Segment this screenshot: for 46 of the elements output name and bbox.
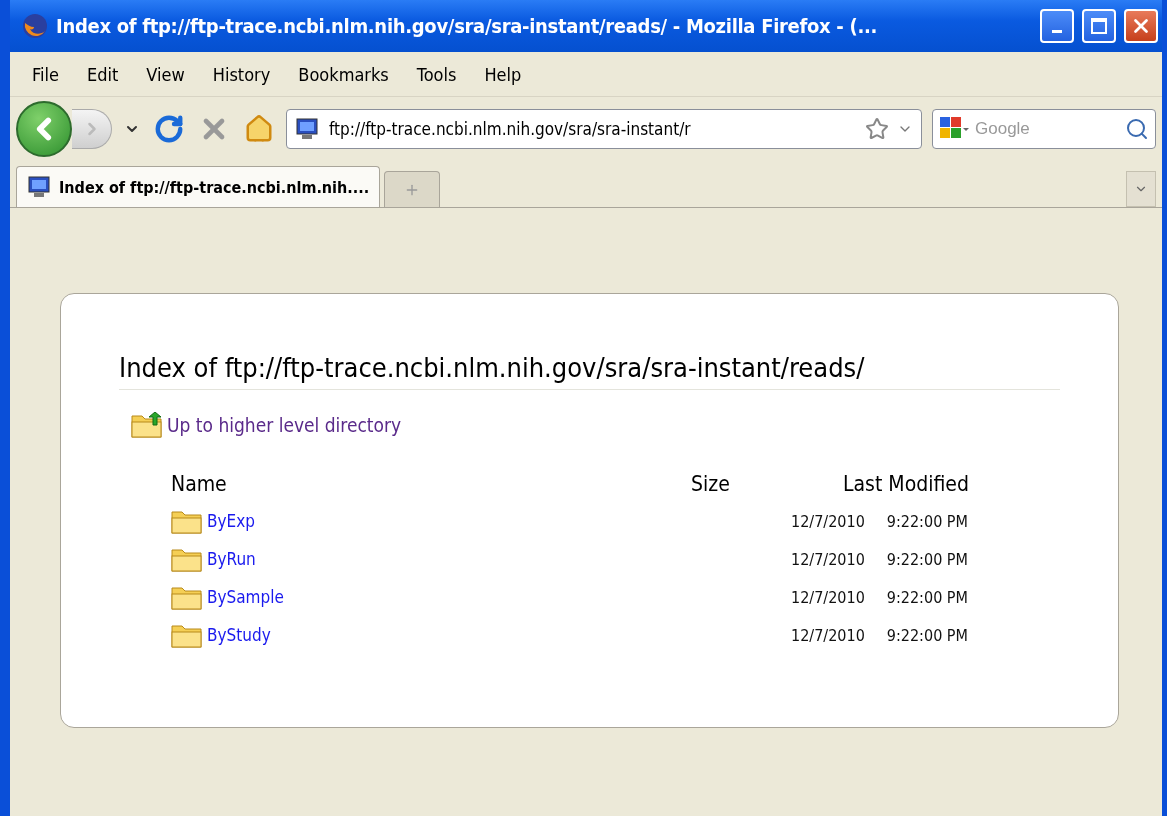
time-cell: 9:22:00 PM [886, 587, 968, 607]
folder-icon [171, 584, 203, 610]
menu-item[interactable]: File [18, 63, 73, 85]
maximize-button[interactable] [1082, 9, 1116, 43]
date-cell: 12/7/2010 [791, 587, 865, 607]
folder-up-icon [131, 412, 163, 438]
minimize-icon [1052, 29, 1062, 33]
folder-icon [171, 622, 203, 648]
parent-directory-link[interactable]: Up to higher level directory [131, 412, 402, 438]
bookmark-star-icon[interactable] [865, 117, 889, 141]
directory-link[interactable]: ByExp [171, 508, 691, 534]
menu-item[interactable]: Edit [73, 63, 133, 85]
directory-link[interactable]: BySample [171, 584, 691, 610]
directory-link[interactable]: ByRun [171, 546, 691, 572]
folder-icon [171, 508, 203, 534]
home-icon [244, 114, 274, 144]
date-cell: 12/7/2010 [791, 549, 865, 569]
maximize-icon [1090, 17, 1108, 35]
menu-item[interactable]: Bookmarks [284, 63, 403, 85]
back-button[interactable] [16, 101, 72, 157]
time-cell: 9:22:00 PM [886, 625, 968, 645]
time-cell: 9:22:00 PM [886, 511, 968, 531]
folder-icon [171, 546, 203, 572]
time-cell: 9:22:00 PM [886, 549, 968, 569]
reload-icon [154, 114, 184, 144]
menu-item[interactable]: History [198, 63, 285, 85]
browser-tab[interactable]: Index of ftp://ftp-trace.ncbi.nlm.nih.... [16, 166, 381, 207]
close-button[interactable] [1124, 9, 1158, 43]
date-cell: 12/7/2010 [791, 511, 865, 531]
site-icon [295, 117, 319, 141]
address-bar[interactable]: ftp://ftp-trace.ncbi.nlm.nih.gov/sra/sra-instant/r [286, 109, 922, 149]
minimize-button[interactable] [1040, 9, 1074, 43]
window-title: Index of ftp://ftp-trace.ncbi.nlm.nih.gov/sra/sra-instant/reads/ - Mozilla Firefox - (... [56, 14, 878, 38]
site-icon [27, 175, 51, 199]
menu-item[interactable]: Tools [402, 63, 471, 85]
search-icon[interactable] [1125, 117, 1149, 141]
column-header: Size [691, 472, 731, 496]
column-header: Last Modified [843, 472, 969, 496]
menu-item[interactable]: Help [470, 63, 536, 85]
directory-link[interactable]: ByStudy [171, 622, 691, 648]
page-heading: Index of ftp://ftp-trace.ncbi.nlm.nih.gov/sra/sra-instant/reads/ [119, 352, 1060, 390]
menu-item[interactable]: View [132, 63, 199, 85]
search-bar[interactable]: Google [932, 109, 1156, 149]
date-cell: 12/7/2010 [791, 625, 865, 645]
browser-logo-icon [22, 13, 48, 39]
column-header: Name [171, 472, 228, 496]
